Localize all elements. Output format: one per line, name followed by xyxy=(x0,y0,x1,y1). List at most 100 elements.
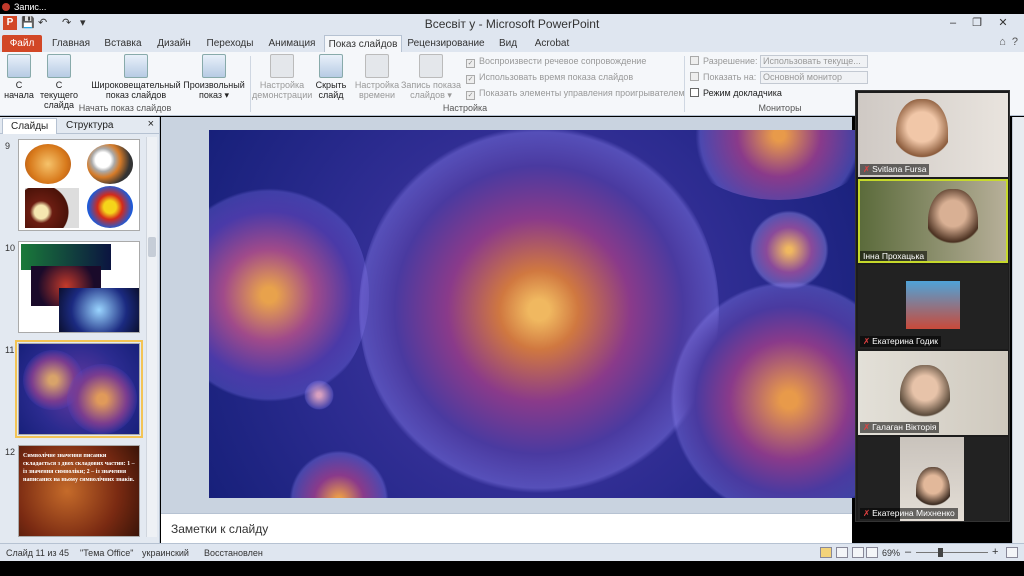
ribbon-help-icons[interactable]: ⌂ ? xyxy=(999,36,1018,48)
slide-thumbnail-11[interactable] xyxy=(15,340,143,438)
setup-show-button[interactable]: Настройка демонстрации xyxy=(252,54,312,100)
ribbon-tabs: Файл Главная Вставка Дизайн Переходы Ани… xyxy=(0,34,1024,52)
bubble-universe-image xyxy=(67,364,137,434)
notes-pane[interactable]: Заметки к слайду xyxy=(161,513,852,543)
earth-core-image xyxy=(87,186,133,228)
minimize-button[interactable]: – xyxy=(942,15,964,31)
group-label-monitors: Мониторы xyxy=(758,103,802,113)
mic-muted-icon: ✗ xyxy=(863,508,871,518)
hide-slide-button[interactable]: Скрыть слайд xyxy=(312,54,350,100)
zoom-level[interactable]: 69% xyxy=(882,548,900,558)
slide-thumbnail-9[interactable] xyxy=(18,139,140,231)
bubble-universe-image xyxy=(359,130,719,498)
zoom-slider[interactable] xyxy=(916,552,988,553)
group-separator xyxy=(250,56,251,112)
presenter-view-checkbox[interactable]: Режим докладчика xyxy=(690,88,782,98)
slide-sorter-view-icon[interactable] xyxy=(836,547,848,558)
show-on-label: Показать на: xyxy=(690,72,756,82)
mic-muted-icon: ✗ xyxy=(863,336,871,346)
participant-name: ✗ Галаган Вікторія xyxy=(860,422,940,433)
slide-number: 12 xyxy=(5,447,16,457)
thumbnails-scrollbar[interactable] xyxy=(146,137,157,537)
bubble-universe-image xyxy=(289,450,389,498)
tab-slides[interactable]: Слайды xyxy=(2,118,58,134)
participant-name: ✗ Svitlana Fursa xyxy=(860,164,930,175)
slide-counter: Слайд 11 из 45 xyxy=(6,548,70,558)
tab-animation[interactable]: Анимация xyxy=(264,35,320,52)
slideshow-view-icon[interactable] xyxy=(866,547,878,558)
resolution-icon xyxy=(690,56,699,65)
play-narrations-checkbox[interactable]: ✓ Воспроизвести речевое сопровождение xyxy=(466,56,646,68)
mic-muted-icon: ✗ xyxy=(863,164,871,174)
use-timings-checkbox[interactable]: ✓ Использовать время показа слайдов xyxy=(466,72,633,84)
tab-slideshow[interactable]: Показ слайдов xyxy=(324,35,402,52)
video-participants-panel: ✗ Svitlana Fursa Інна Прохацька ✗ Екатерин… xyxy=(855,90,1010,522)
notes-placeholder: Заметки к слайду xyxy=(171,522,269,536)
reading-view-icon[interactable] xyxy=(852,547,864,558)
theme-name: "Тема Office" xyxy=(80,548,134,558)
participant-name: Інна Прохацька xyxy=(860,251,928,261)
tab-insert[interactable]: Вставка xyxy=(100,35,146,52)
close-button[interactable]: ✕ xyxy=(992,15,1014,31)
hide-slide-icon xyxy=(319,54,343,78)
show-on-select[interactable]: Основной монитор xyxy=(760,71,868,84)
participant-tile[interactable]: ✗ Екатерина Годик xyxy=(858,265,1008,349)
setup-show-icon xyxy=(270,54,294,78)
tab-outline[interactable]: Структура xyxy=(58,118,121,134)
slide-thumbnail-12[interactable]: Символічне значення писанки складається … xyxy=(18,445,140,537)
tab-acrobat[interactable]: Acrobat xyxy=(530,35,574,52)
mic-muted-icon: ✗ xyxy=(863,422,871,432)
slideshow-current-icon xyxy=(47,54,71,78)
eggs-image xyxy=(25,188,79,228)
earth-layers-image xyxy=(25,144,71,184)
show-media-controls-checkbox[interactable]: ✓ Показать элементы управления проигрыват… xyxy=(466,88,685,100)
normal-view-icon[interactable] xyxy=(820,547,832,558)
title-bar: P 💾 ↶ ↷ ▾ Всесвіт у - Microsoft PowerPoi… xyxy=(0,14,1024,34)
bubble-universe-image xyxy=(679,130,857,200)
custom-show-icon xyxy=(202,54,226,78)
rehearse-timings-button[interactable]: Настройка времени xyxy=(354,54,400,100)
status-bar: Слайд 11 из 45 "Тема Office" украинский … xyxy=(0,543,1024,561)
tab-file[interactable]: Файл xyxy=(2,35,42,52)
maximize-button[interactable]: ❐ xyxy=(966,15,988,31)
tab-review[interactable]: Рецензирование xyxy=(406,35,486,52)
participant-tile[interactable]: ✗ Svitlana Fursa xyxy=(858,93,1008,177)
tab-transitions[interactable]: Переходы xyxy=(202,35,258,52)
group-label-start: Начать показ слайдов xyxy=(78,103,172,113)
record-show-button[interactable]: Запись показа слайдов ▾ xyxy=(400,54,462,100)
participant-tile[interactable]: Інна Прохацька xyxy=(858,179,1008,263)
participant-video xyxy=(896,99,948,169)
tab-design[interactable]: Дизайн xyxy=(152,35,196,52)
from-start-button[interactable]: С начала xyxy=(2,54,36,100)
monitor-icon xyxy=(690,72,699,81)
current-slide[interactable] xyxy=(209,130,857,498)
scrollbar-thumb[interactable] xyxy=(148,237,156,257)
bottom-bar xyxy=(0,561,1024,576)
participant-tile[interactable]: ✗ Галаган Вікторія xyxy=(858,351,1008,435)
slide-scrollbar[interactable] xyxy=(1012,117,1024,543)
earth-cut-image xyxy=(87,144,133,184)
zoom-out-button[interactable]: – xyxy=(905,546,911,558)
slide-thumbnail-10[interactable] xyxy=(18,241,140,333)
language[interactable]: украинский xyxy=(142,548,189,558)
recovery-status: Восстановлен xyxy=(204,548,263,558)
close-panel-icon[interactable]: × xyxy=(148,118,154,130)
participant-video xyxy=(906,281,960,329)
from-current-button[interactable]: С текущего слайда xyxy=(36,54,82,110)
participant-name: ✗ Екатерина Михненко xyxy=(860,508,958,519)
tab-home[interactable]: Главная xyxy=(48,35,94,52)
group-label-setup: Настройка xyxy=(442,103,488,113)
zoom-in-button[interactable]: + xyxy=(992,546,998,558)
resolution-select[interactable]: Использовать текуще... xyxy=(760,55,868,68)
tab-view[interactable]: Вид xyxy=(494,35,522,52)
rehearse-icon xyxy=(365,54,389,78)
participant-tile[interactable]: ✗ Екатерина Михненко xyxy=(858,437,1008,521)
window-title: Всесвіт у - Microsoft PowerPoint xyxy=(424,17,600,31)
slides-panel: Слайды Структура × 9 10 11 12 Символічне… xyxy=(0,117,160,543)
participant-name: ✗ Екатерина Годик xyxy=(860,336,942,347)
fit-to-window-icon[interactable] xyxy=(1006,547,1018,558)
zoom-slider-knob[interactable] xyxy=(938,548,943,557)
broadcast-button[interactable]: Широковещательный показ слайдов xyxy=(90,54,182,100)
participant-video xyxy=(928,189,978,259)
custom-show-button[interactable]: Произвольный показ ▾ xyxy=(182,54,246,100)
